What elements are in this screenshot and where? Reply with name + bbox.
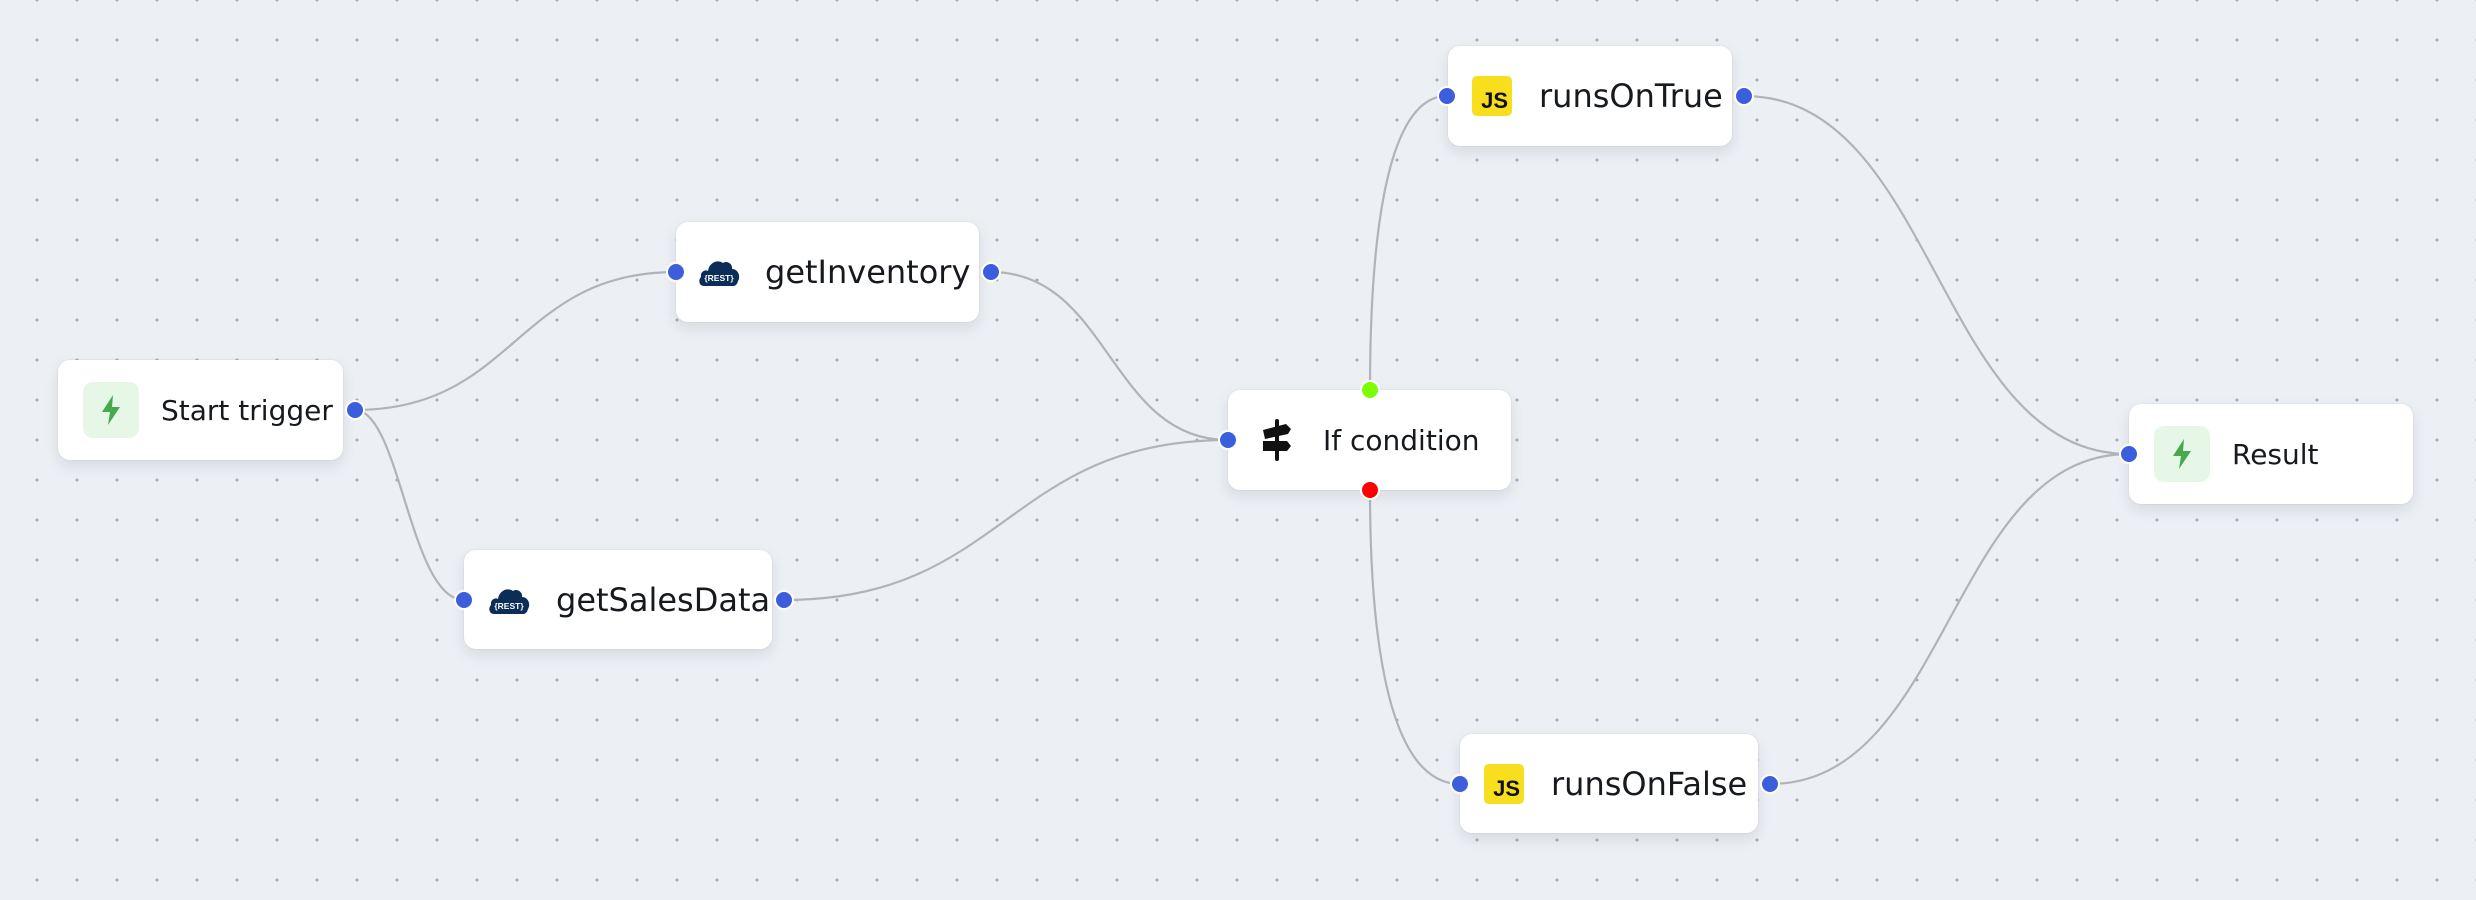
node-runsontrue[interactable]: JS runsOnTrue [1448, 46, 1732, 146]
lightning-bolt-icon [83, 382, 139, 438]
edge-runsonfalse-to-result[interactable] [1769, 452, 2130, 786]
handle-getinventory-in[interactable] [666, 262, 686, 282]
handle-getsalesdata-in[interactable] [454, 590, 474, 610]
javascript-icon: JS [1484, 763, 1524, 804]
edge-ifcondition-false-to-runsonfalse[interactable] [1368, 489, 1461, 786]
handle-getinventory-out[interactable] [981, 262, 1001, 282]
svg-text:{REST}: {REST} [704, 273, 734, 283]
node-label: getSalesData [556, 580, 771, 619]
node-getsalesdata[interactable]: {REST} getSalesData [464, 550, 772, 649]
handle-runsontrue-in[interactable] [1437, 86, 1457, 106]
edge-getsalesdata-to-ifcondition[interactable] [783, 438, 1229, 602]
handle-result-in[interactable] [2119, 444, 2139, 464]
node-label: runsOnTrue [1539, 77, 1723, 115]
node-result[interactable]: Result [2129, 404, 2413, 504]
node-label: If condition [1323, 423, 1480, 457]
node-start-trigger[interactable]: Start trigger [58, 360, 343, 460]
node-label: getInventory [765, 253, 971, 291]
rest-cloud-icon: {REST} [488, 584, 530, 616]
handle-runsonfalse-out[interactable] [1760, 774, 1780, 794]
handle-runsontrue-out[interactable] [1734, 86, 1754, 106]
lightning-bolt-icon [2154, 426, 2210, 482]
node-label: Start trigger [161, 393, 333, 427]
node-label: runsOnFalse [1551, 764, 1748, 803]
svg-text:{REST}: {REST} [494, 601, 524, 611]
handle-ifcondition-true[interactable] [1360, 380, 1380, 400]
handle-start-out[interactable] [345, 400, 365, 420]
signpost-icon [1261, 418, 1293, 462]
node-runsonfalse[interactable]: JS runsOnFalse [1460, 734, 1758, 833]
rest-cloud-icon: {REST} [698, 256, 740, 288]
node-getinventory[interactable]: {REST} getInventory [676, 222, 979, 322]
node-if-condition[interactable]: If condition [1228, 390, 1511, 490]
javascript-icon: JS [1472, 76, 1512, 116]
node-label: Result [2232, 437, 2319, 471]
edge-start-to-getinventory[interactable] [354, 270, 677, 412]
handle-ifcondition-in[interactable] [1218, 430, 1238, 450]
handle-ifcondition-false[interactable] [1360, 480, 1380, 500]
handle-runsonfalse-in[interactable] [1450, 774, 1470, 794]
edge-ifcondition-true-to-runsontrue[interactable] [1368, 94, 1448, 391]
handle-getsalesdata-out[interactable] [774, 590, 794, 610]
edge-start-to-getsalesdata[interactable] [354, 408, 465, 602]
edge-runsontrue-to-result[interactable] [1743, 94, 2130, 456]
edge-getinventory-to-ifcondition[interactable] [990, 270, 1229, 442]
